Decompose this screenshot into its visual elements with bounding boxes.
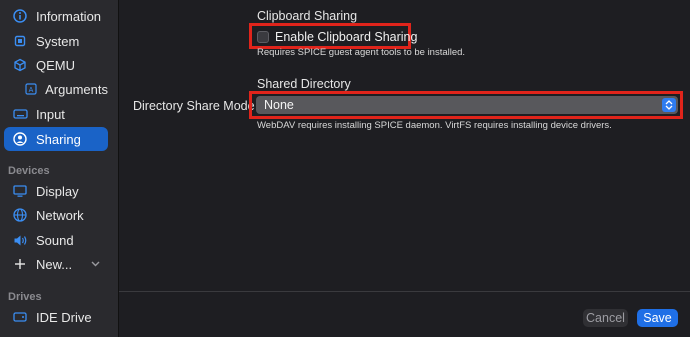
sidebar-item-label: Arguments [45, 81, 108, 97]
sidebar-item-system[interactable]: System [4, 29, 108, 53]
directory-share-mode-select[interactable]: None [256, 96, 678, 114]
monitor-icon [12, 183, 28, 199]
select-value: None [264, 98, 294, 112]
svg-text:A: A [28, 87, 33, 94]
sidebar-item-arguments[interactable]: A Arguments [4, 77, 108, 101]
clipboard-sharing-heading: Clipboard Sharing [257, 9, 358, 23]
clipboard-caption: Requires SPICE guest agent tools to be i… [257, 47, 466, 58]
sidebar-item-label: Information [36, 8, 102, 24]
footer-divider [119, 291, 690, 292]
sidebar-item-label: Input [36, 106, 65, 122]
chevron-up-down-icon [662, 98, 676, 112]
sidebar-item-sound[interactable]: Sound [4, 228, 108, 252]
text-box-icon: A [24, 81, 37, 97]
sidebar: Information System QEMU A Arguments Inpu… [0, 0, 119, 337]
section-label-devices: Devices [8, 165, 50, 177]
enable-clipboard-label[interactable]: Enable Clipboard Sharing [275, 30, 417, 44]
chevron-down-icon [91, 259, 100, 270]
keyboard-icon [12, 106, 28, 122]
drive-icon [12, 309, 28, 325]
sidebar-item-information[interactable]: Information [4, 4, 108, 28]
settings-panel: Clipboard Sharing Enable Clipboard Shari… [119, 0, 690, 337]
sidebar-item-label: New... [36, 256, 73, 272]
sidebar-item-network[interactable]: Network [4, 203, 108, 227]
sidebar-item-sharing[interactable]: Sharing [4, 127, 108, 151]
shared-directory-caption: WebDAV requires installing SPICE daemon.… [257, 120, 612, 131]
save-button[interactable]: Save [637, 309, 678, 327]
sidebar-item-label: QEMU [36, 57, 75, 73]
sidebar-item-label: IDE Drive [36, 309, 92, 325]
section-label-drives: Drives [8, 291, 42, 303]
globe-icon [12, 207, 28, 223]
plus-icon [12, 256, 28, 272]
sidebar-item-ide-drive[interactable]: IDE Drive [4, 305, 108, 329]
enable-clipboard-checkbox[interactable] [257, 31, 269, 43]
cancel-button[interactable]: Cancel [583, 309, 628, 327]
sidebar-item-label: Sharing [36, 131, 81, 147]
sidebar-item-label: Sound [36, 232, 74, 248]
person-circle-icon [12, 131, 28, 147]
sidebar-item-input[interactable]: Input [4, 102, 108, 126]
sidebar-item-label: System [36, 33, 80, 49]
sidebar-item-qemu[interactable]: QEMU [4, 53, 108, 77]
cube-icon [12, 57, 28, 73]
sidebar-item-new[interactable]: New... [4, 252, 108, 276]
speaker-icon [12, 232, 28, 248]
shared-directory-heading: Shared Directory [257, 77, 351, 91]
cpu-icon [12, 33, 28, 49]
sidebar-item-display[interactable]: Display [4, 179, 108, 203]
sidebar-item-label: Network [36, 207, 84, 223]
sidebar-item-label: Display [36, 183, 79, 199]
directory-share-mode-label: Directory Share Mode [133, 99, 255, 113]
info-circle-icon [12, 8, 28, 24]
